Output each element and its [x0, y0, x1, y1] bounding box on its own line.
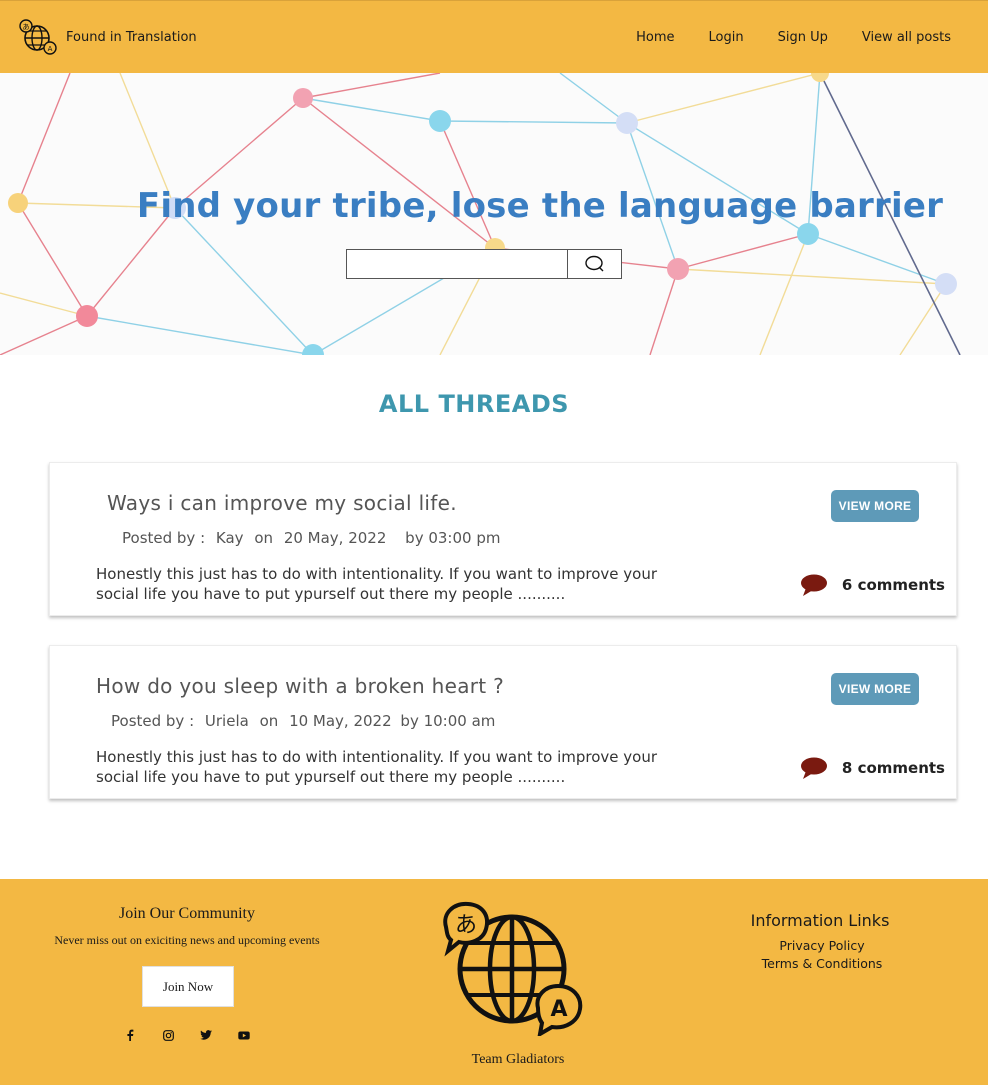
- svg-text:A: A: [550, 997, 567, 1022]
- thread-excerpt: Honestly this just has to do with intent…: [96, 748, 658, 786]
- search-input[interactable]: [346, 249, 568, 279]
- social-links: [124, 1029, 276, 1041]
- view-more-button[interactable]: VIEW MORE: [831, 490, 919, 522]
- posted-by-label: Posted by :: [111, 712, 195, 730]
- brand[interactable]: あ A Found in Translation: [18, 19, 197, 55]
- info-links-title: Information Links: [750, 911, 890, 930]
- main-nav: Home Login Sign Up View all posts: [602, 30, 951, 45]
- svg-text:A: A: [48, 45, 53, 53]
- nav-login[interactable]: Login: [709, 30, 744, 45]
- thread-date: 10 May, 2022: [289, 712, 392, 730]
- site-footer: Join Our Community Never miss out on exi…: [0, 879, 988, 1085]
- comments-link[interactable]: 6 comments: [800, 573, 945, 597]
- thread-title[interactable]: Ways i can improve my social life.: [107, 491, 457, 515]
- posted-by-label: Posted by :: [122, 529, 206, 547]
- hero-title: Find your tribe, lose the language barri…: [136, 186, 944, 226]
- on-label: on: [254, 529, 274, 547]
- thread-author[interactable]: Uriela: [205, 712, 249, 730]
- comments-link[interactable]: 8 comments: [800, 756, 945, 780]
- translation-globe-icon: あ A: [19, 19, 57, 55]
- facebook-icon[interactable]: [124, 1029, 136, 1041]
- terms-conditions-link[interactable]: Terms & Conditions: [722, 956, 922, 971]
- team-name: Team Gladiators: [471, 1052, 565, 1067]
- search-icon: [584, 255, 603, 272]
- twitter-icon[interactable]: [200, 1029, 212, 1041]
- hero-banner: Find your tribe, lose the language barri…: [0, 73, 988, 355]
- thread-card: How do you sleep with a broken heart ? P…: [49, 645, 957, 799]
- comment-bubble-icon: [800, 757, 827, 779]
- view-more-button[interactable]: VIEW MORE: [831, 673, 919, 705]
- nav-sign-up[interactable]: Sign Up: [778, 30, 828, 45]
- nav-view-all-posts[interactable]: View all posts: [862, 30, 951, 45]
- thread-date: 20 May, 2022: [283, 529, 387, 547]
- thread-card: Ways i can improve my social life. Poste…: [49, 462, 957, 616]
- thread-author[interactable]: Kay: [216, 529, 244, 547]
- nav-home[interactable]: Home: [636, 30, 674, 45]
- join-subtitle: Never miss out on exiciting news and upc…: [54, 933, 320, 947]
- team-globe-logo: あ A: [443, 901, 583, 1036]
- join-now-button[interactable]: Join Now: [142, 966, 234, 1007]
- search-button[interactable]: [567, 249, 622, 279]
- privacy-policy-link[interactable]: Privacy Policy: [722, 938, 922, 953]
- section-title: ALL THREADS: [378, 390, 570, 418]
- join-title: Join Our Community: [118, 905, 255, 922]
- site-header: あ A Found in Translation Home Login Sign…: [0, 0, 988, 73]
- thread-meta: Posted by : Kay on 20 May, 2022 by 03:00…: [122, 529, 506, 547]
- on-label: on: [259, 712, 279, 730]
- comment-bubble-icon: [800, 574, 827, 596]
- svg-text:あ: あ: [455, 913, 477, 938]
- thread-title[interactable]: How do you sleep with a broken heart ?: [96, 674, 504, 698]
- thread-time: by 03:00 pm: [405, 529, 501, 547]
- svg-text:あ: あ: [23, 23, 30, 31]
- comment-count: 8 comments: [841, 759, 945, 777]
- thread-meta: Posted by : Uriela on 10 May, 2022 by 10…: [111, 712, 501, 730]
- brand-name: Found in Translation: [66, 29, 197, 45]
- youtube-icon[interactable]: [238, 1029, 250, 1041]
- thread-time: by 10:00 am: [400, 712, 496, 730]
- comment-count: 6 comments: [841, 576, 945, 594]
- thread-excerpt: Honestly this just has to do with intent…: [96, 565, 658, 603]
- instagram-icon[interactable]: [162, 1029, 174, 1041]
